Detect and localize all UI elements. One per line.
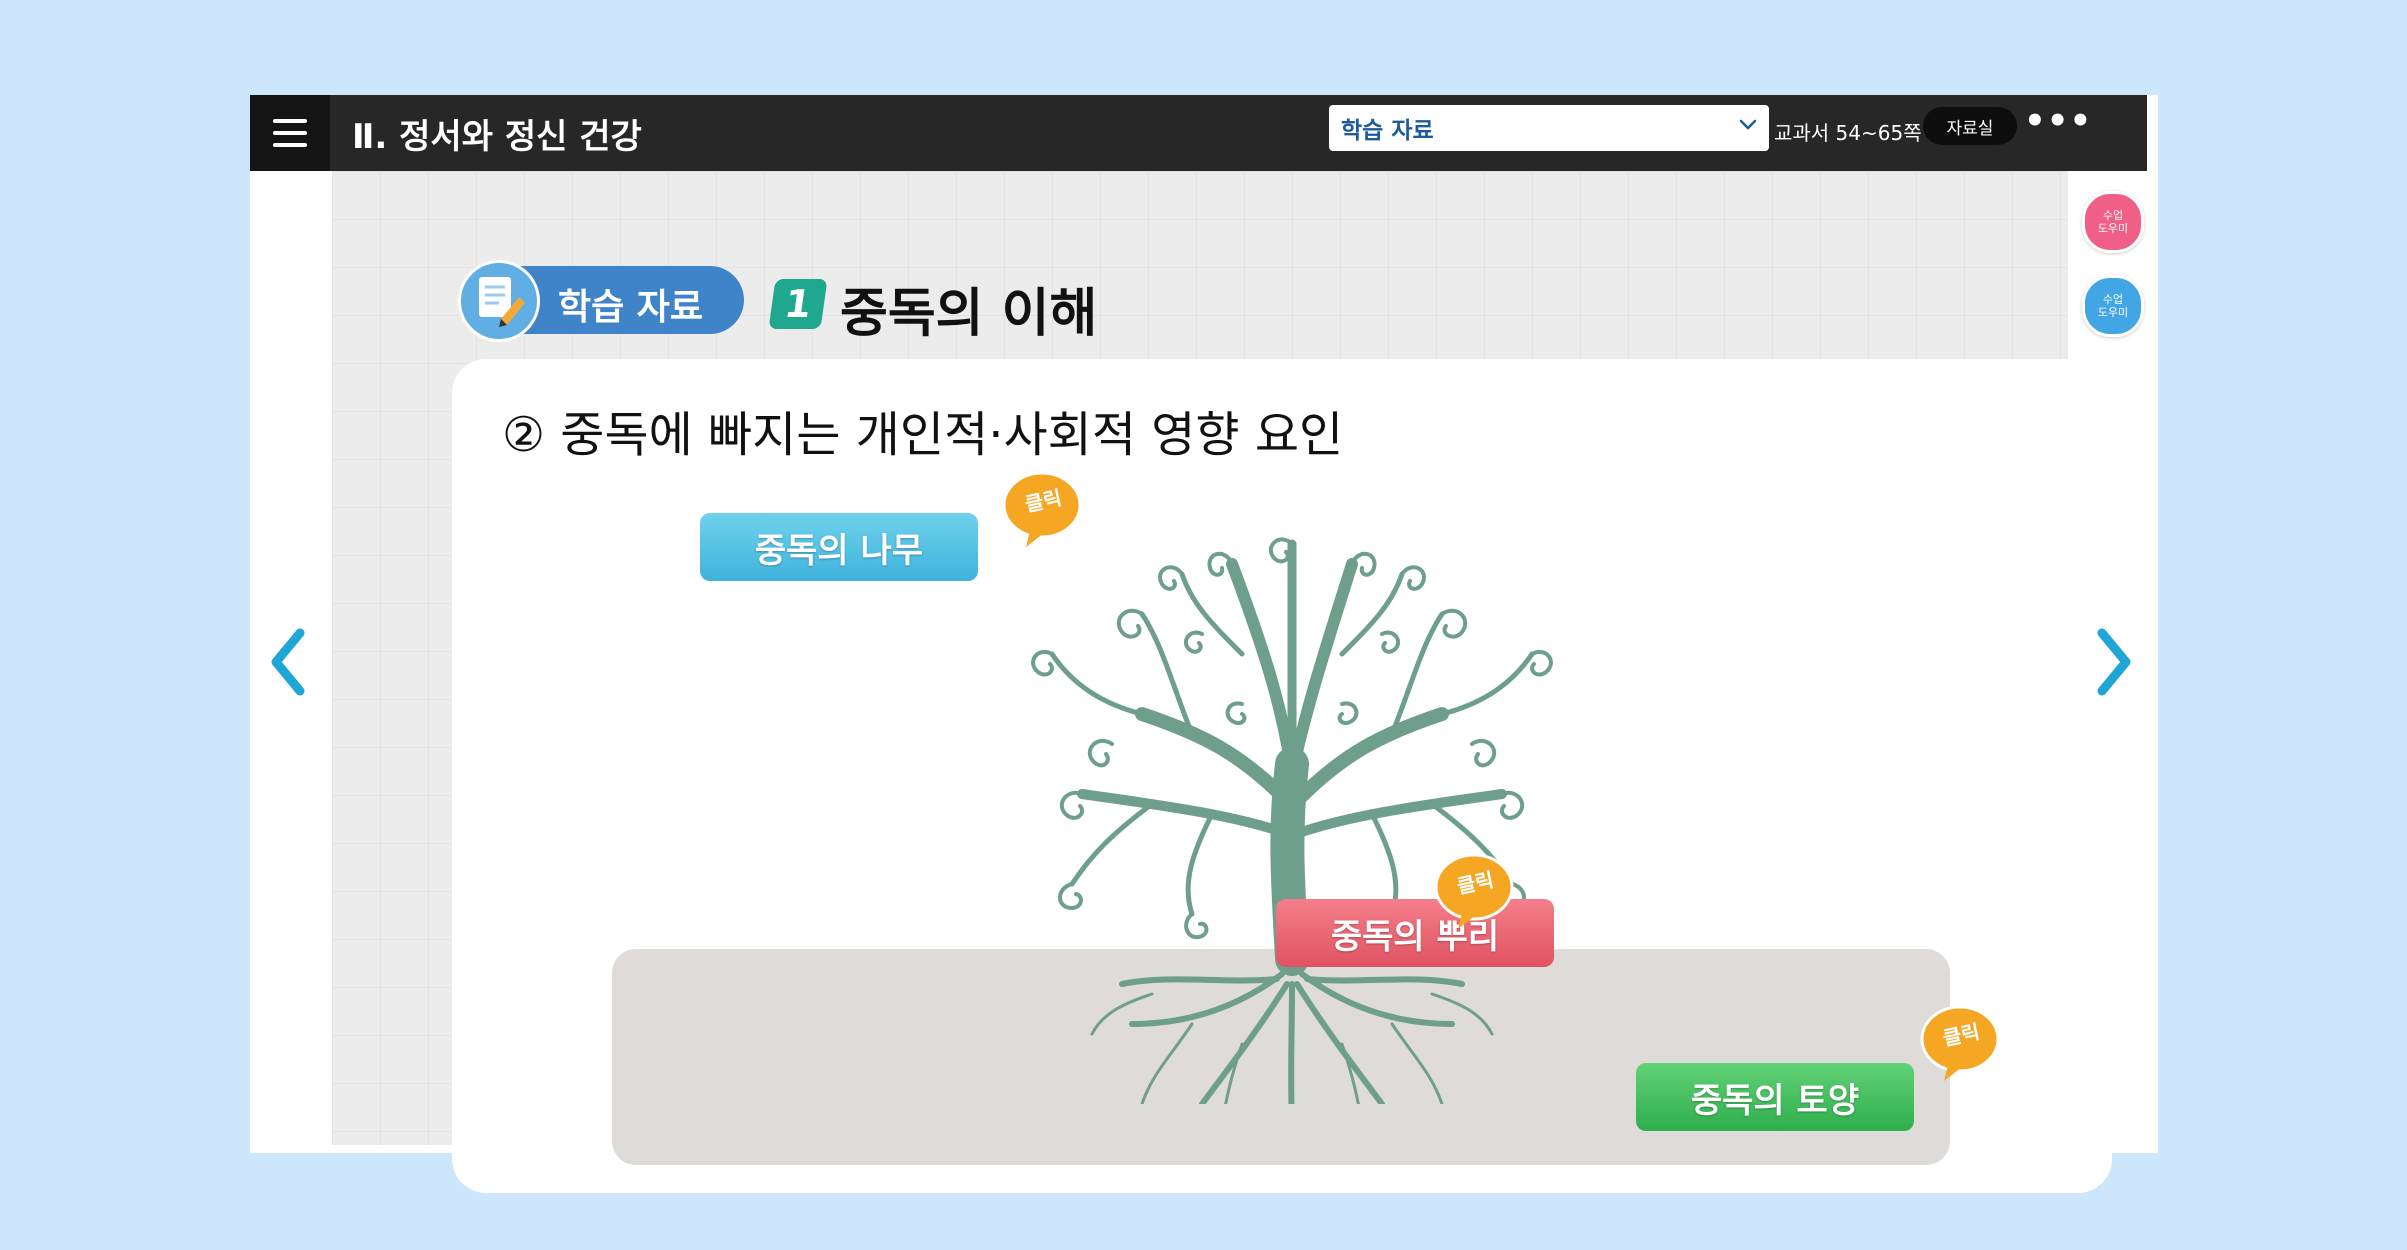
click-bubble-soil[interactable]: 클릭: [1918, 1003, 2004, 1083]
textbook-page-range: 교과서 54~65쪽: [1774, 121, 1922, 145]
helper-label: 수업 도우미: [2097, 293, 2129, 319]
next-page-arrow-icon[interactable]: [2090, 627, 2136, 697]
tree-branch: [1287, 707, 1449, 811]
menu-line: [273, 143, 307, 147]
slide-canvas: 학습 자료 1 중독의 이해 ② 중독에 빠지는 개인적·사회적 영향 요인 중…: [332, 171, 2112, 1193]
note-pencil-icon: [458, 260, 540, 342]
badge-label: 학습 자료: [558, 287, 704, 328]
tree-branch: [1135, 707, 1297, 811]
learning-material-badge: 학습 자료: [458, 260, 744, 342]
addiction-soil-button[interactable]: 중독의 토양: [1636, 1063, 1914, 1131]
tree-branch: [1291, 789, 1507, 839]
previous-page-arrow-icon[interactable]: [266, 627, 312, 697]
addiction-tree-button[interactable]: 중독의 나무: [700, 513, 978, 581]
click-bubble-tree[interactable]: 클릭: [1000, 469, 1086, 549]
tree-illustration: [1031, 537, 1553, 1104]
hamburger-menu-button[interactable]: [250, 95, 330, 171]
class-helper-button-2[interactable]: 수업 도우미: [2082, 275, 2144, 337]
unit-title: Ⅱ. 정서와 정신 건강: [352, 117, 642, 157]
menu-line: [273, 119, 307, 123]
library-button[interactable]: 자료실: [1923, 107, 2017, 145]
app-window: Ⅱ. 정서와 정신 건강 학습 자료 교과서 54~65쪽 자료실 ••• 학습…: [250, 95, 2158, 1193]
helper-label: 수업 도우미: [2097, 209, 2129, 235]
top-bar: Ⅱ. 정서와 정신 건강 학습 자료 교과서 54~65쪽 자료실 •••: [250, 95, 2147, 171]
material-select[interactable]: 학습 자료: [1329, 105, 1769, 151]
class-helper-button-1[interactable]: 수업 도우미: [2082, 191, 2144, 253]
material-select-value: 학습 자료: [1341, 118, 1434, 144]
click-bubble-root[interactable]: 클릭: [1432, 851, 1518, 931]
chevron-down-icon: [1739, 119, 1757, 130]
section-number: 1: [768, 279, 828, 329]
tree-branch: [1286, 558, 1358, 780]
more-options-button[interactable]: •••: [2024, 101, 2092, 141]
menu-line: [273, 131, 307, 135]
section-title: 중독의 이해: [840, 284, 1098, 344]
content-subtitle: ② 중독에 빠지는 개인적·사회적 영향 요인: [502, 407, 1344, 463]
tree-branch: [1226, 558, 1298, 780]
tree-branch: [1077, 789, 1293, 839]
content-card: ② 중독에 빠지는 개인적·사회적 영향 요인 중독의 나무 중독의 뿌리 중독…: [452, 359, 2112, 1193]
